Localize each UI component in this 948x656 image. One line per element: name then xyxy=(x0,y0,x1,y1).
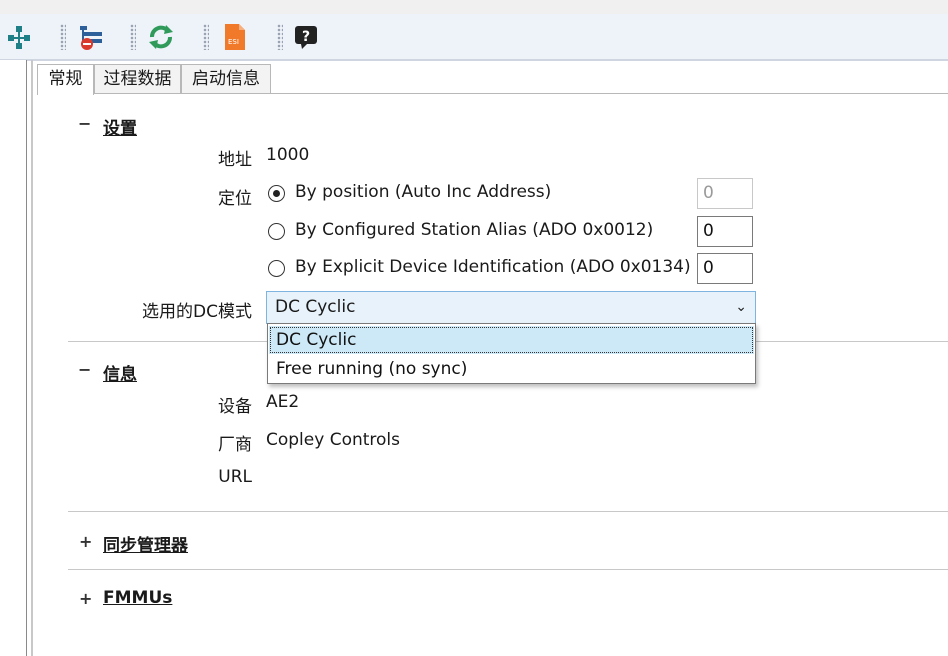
window-top-band xyxy=(0,0,948,14)
position-label: 定位 xyxy=(218,189,252,209)
toolbar-grip xyxy=(203,24,209,50)
toolbar-grip xyxy=(60,24,66,50)
device-id-field[interactable]: 0 xyxy=(697,253,753,284)
svg-text:ESI: ESI xyxy=(228,38,239,46)
radio-by-position[interactable] xyxy=(268,185,285,202)
tab-bar-underline xyxy=(37,93,948,94)
radio-by-position-label[interactable]: By position (Auto Inc Address) xyxy=(295,182,551,202)
tab-general[interactable]: 常规 xyxy=(37,64,94,95)
dc-option-free-running[interactable]: Free running (no sync) xyxy=(269,355,754,383)
radio-by-device-id[interactable] xyxy=(268,260,285,277)
section-divider xyxy=(68,511,948,512)
dc-mode-dropdown: DC Cyclic Free running (no sync) xyxy=(267,323,756,384)
remove-device-icon[interactable] xyxy=(76,22,106,52)
tab-startup[interactable]: 启动信息 xyxy=(181,64,271,94)
settings-section-title[interactable]: 设置 xyxy=(103,114,137,139)
fmmu-section-title[interactable]: FMMUs xyxy=(103,588,172,608)
chevron-down-icon[interactable]: ⌄ xyxy=(735,292,747,323)
toolbar-grip xyxy=(277,24,283,50)
dc-mode-select[interactable]: DC Cyclic ⌄ xyxy=(266,291,756,324)
radio-by-alias[interactable] xyxy=(268,223,285,240)
esi-file-icon[interactable]: ESI xyxy=(220,22,250,52)
address-label: 地址 xyxy=(218,150,252,170)
auto-inc-address-field: 0 xyxy=(697,178,753,209)
info-collapse-toggle[interactable]: − xyxy=(78,360,91,379)
toolbar-divider xyxy=(0,59,948,61)
settings-collapse-toggle[interactable]: − xyxy=(78,114,91,133)
fmmu-expand-toggle[interactable]: + xyxy=(79,589,92,608)
left-pane xyxy=(0,60,27,656)
sync-manager-expand-toggle[interactable]: + xyxy=(79,532,92,551)
radio-by-alias-label[interactable]: By Configured Station Alias (ADO 0x0012) xyxy=(295,220,653,240)
help-icon[interactable]: ? xyxy=(292,22,322,52)
dc-mode-selected-value: DC Cyclic xyxy=(275,297,356,317)
tab-process-data[interactable]: 过程数据 xyxy=(94,64,181,94)
vendor-value: Copley Controls xyxy=(266,430,401,450)
section-divider xyxy=(68,569,948,570)
dc-option-dc-cyclic[interactable]: DC Cyclic xyxy=(269,326,754,354)
device-label: 设备 xyxy=(218,397,252,417)
address-value: 1000 xyxy=(266,145,310,165)
radio-by-device-id-label[interactable]: By Explicit Device Identification (ADO 0… xyxy=(295,257,691,277)
refresh-icon[interactable] xyxy=(146,22,176,52)
toolbar: ESI ? xyxy=(0,14,948,61)
device-value: AE2 xyxy=(266,392,300,412)
vendor-label: 厂商 xyxy=(218,435,252,455)
info-section-title[interactable]: 信息 xyxy=(103,360,137,385)
station-alias-field[interactable]: 0 xyxy=(697,216,753,247)
toolbar-grip xyxy=(130,24,136,50)
network-tree-icon[interactable] xyxy=(4,22,34,52)
svg-text:?: ? xyxy=(302,29,310,45)
dc-mode-label: 选用的DC模式 xyxy=(142,302,252,322)
left-pane-border xyxy=(31,60,33,656)
sync-manager-section-title[interactable]: 同步管理器 xyxy=(103,531,188,556)
url-label: URL xyxy=(218,467,252,487)
